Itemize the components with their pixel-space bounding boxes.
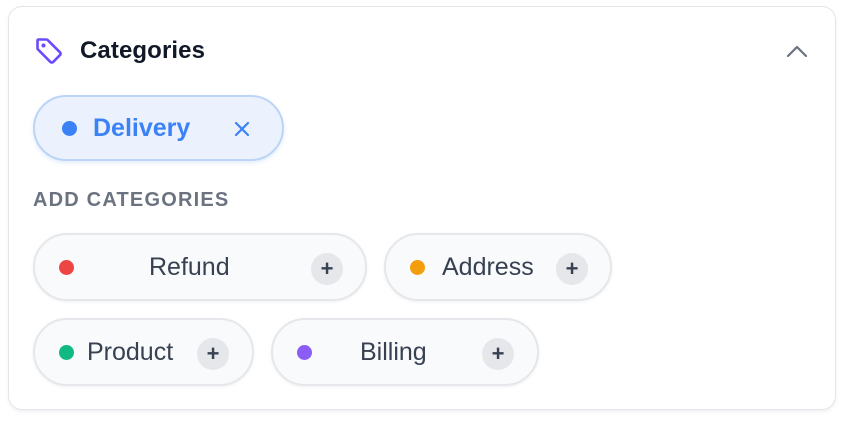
- category-color-dot: [59, 345, 74, 360]
- category-color-dot: [62, 120, 77, 136]
- category-color-dot: [410, 260, 425, 275]
- add-category-chip-billing[interactable]: Billing +: [271, 318, 539, 386]
- categories-panel: Categories Delivery ADD CATEGORIES Refun…: [8, 6, 836, 410]
- tag-icon: [33, 35, 65, 67]
- plus-icon[interactable]: +: [197, 338, 229, 370]
- chevron-up-icon[interactable]: [783, 37, 811, 65]
- category-label: Product: [87, 338, 174, 366]
- plus-icon[interactable]: +: [556, 253, 588, 285]
- category-label: Billing: [360, 338, 427, 366]
- plus-icon[interactable]: +: [482, 338, 514, 370]
- panel-title: Categories: [80, 37, 206, 64]
- category-label: Address: [442, 253, 534, 281]
- plus-icon[interactable]: +: [311, 253, 343, 285]
- panel-header: Categories: [33, 33, 205, 69]
- selected-category-label: Delivery: [93, 113, 191, 142]
- add-category-chip-address[interactable]: Address +: [384, 233, 612, 301]
- close-icon[interactable]: [232, 119, 252, 139]
- add-category-chip-refund[interactable]: Refund +: [33, 233, 367, 301]
- add-categories-heading: ADD CATEGORIES: [33, 189, 230, 211]
- add-category-chip-product[interactable]: Product +: [33, 318, 254, 386]
- category-color-dot: [297, 345, 312, 360]
- selected-category-chip[interactable]: Delivery: [33, 95, 284, 161]
- category-label: Refund: [149, 253, 230, 281]
- category-color-dot: [59, 260, 74, 275]
